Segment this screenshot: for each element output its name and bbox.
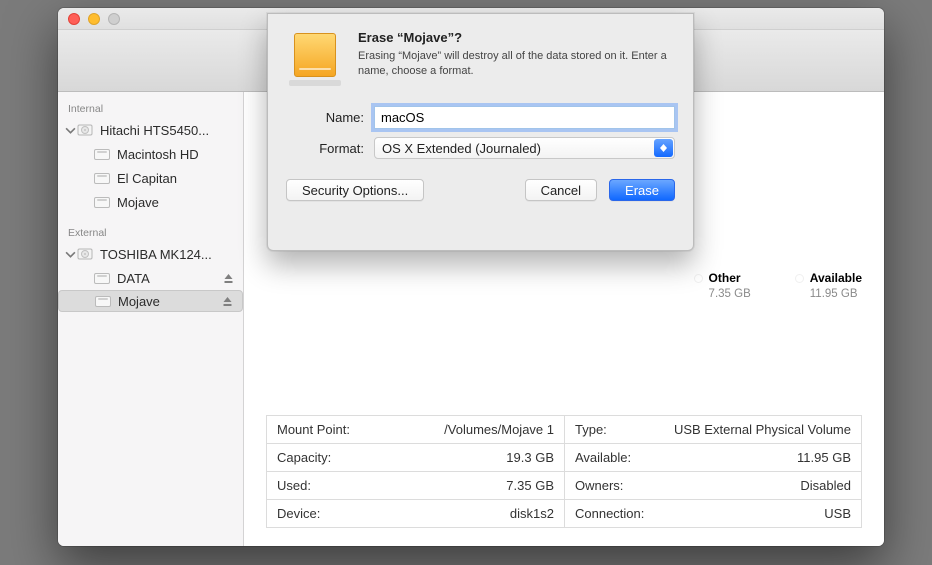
volume-icon [94,273,110,284]
volume-icon [94,149,110,160]
dot-icon [694,274,703,283]
cancel-button[interactable]: Cancel [525,179,597,201]
dot-icon [795,274,804,283]
hdd-icon [77,122,93,138]
erase-dialog: Erase “Mojave”? Erasing “Mojave” will de… [267,13,694,251]
updown-icon [654,139,673,157]
usage-available: Available 11.95 GB [795,271,862,300]
sidebar-heading-external: External [58,222,243,242]
sidebar-volume-mojave-external[interactable]: Mojave [58,290,243,312]
volume-icon [94,197,110,208]
eject-icon[interactable] [222,296,233,307]
dialog-title: Erase “Mojave”? [358,30,675,45]
sidebar-volume-data[interactable]: DATA [58,266,243,290]
name-input[interactable] [374,106,675,129]
volume-icon [95,296,111,307]
name-label: Name: [286,110,364,125]
sidebar-disk-external[interactable]: TOSHIBA MK124... [58,242,243,266]
external-drive-icon [286,30,344,88]
dialog-description: Erasing “Mojave” will destroy all of the… [358,49,675,79]
name-row: Name: [286,106,675,129]
chevron-down-icon [65,249,76,260]
usage-summary: Other 7.35 GB Available 11.95 GB [694,271,862,300]
security-options-button[interactable]: Security Options... [286,179,424,201]
sidebar-disk-internal[interactable]: Hitachi HTS5450... [58,118,243,142]
format-row: Format: OS X Extended (Journaled) [286,137,675,159]
sidebar-volume-mojave-internal[interactable]: Mojave [58,190,243,214]
format-label: Format: [286,141,364,156]
chevron-down-icon [65,125,76,136]
sidebar-volume-macintosh-hd[interactable]: Macintosh HD [58,142,243,166]
info-table: Mount Point:/Volumes/Mojave 1 Type:USB E… [266,415,862,528]
hdd-icon [77,246,93,262]
disk-utility-window: Disk Utility First Aid Partition Erase U… [58,8,884,546]
sidebar-heading-internal: Internal [58,98,243,118]
volume-icon [94,173,110,184]
format-select[interactable]: OS X Extended (Journaled) [374,137,675,159]
usage-other: Other 7.35 GB [694,271,751,300]
sidebar-volume-el-capitan[interactable]: El Capitan [58,166,243,190]
sidebar: Internal Hitachi HTS5450... Macintosh HD… [58,92,244,546]
erase-button[interactable]: Erase [609,179,675,201]
eject-icon[interactable] [223,273,234,284]
